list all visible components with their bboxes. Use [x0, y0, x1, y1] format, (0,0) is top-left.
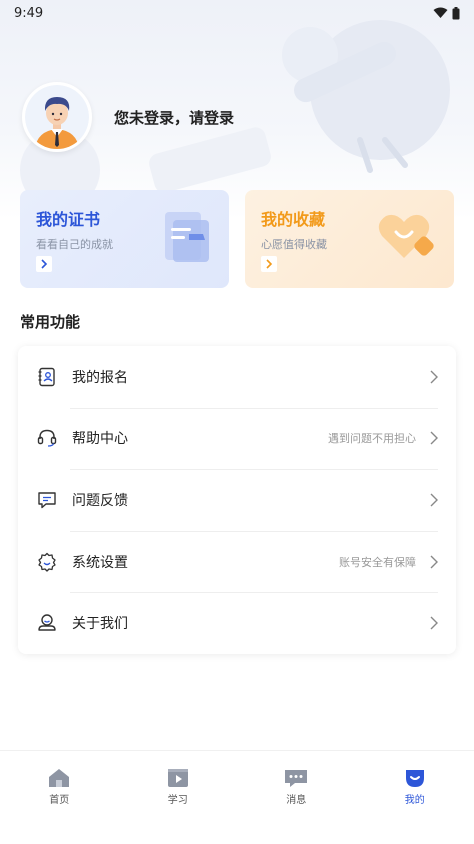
registration-icon	[36, 366, 58, 388]
home-icon	[49, 769, 70, 787]
profile-header[interactable]: 您未登录，请登录	[22, 82, 234, 152]
chevron-right-icon	[430, 555, 438, 569]
heart-icon	[378, 214, 434, 258]
battery-icon	[452, 6, 460, 19]
menu-item-about-us[interactable]: 关于我们	[18, 592, 456, 654]
message-icon	[285, 770, 308, 787]
menu-label: 问题反馈	[72, 492, 128, 509]
play-icon	[167, 769, 188, 787]
certificate-icon	[165, 212, 209, 262]
menu-label: 关于我们	[72, 616, 128, 633]
chevron-right-icon	[430, 616, 438, 630]
gear-icon	[36, 551, 58, 573]
menu-item-feedback[interactable]: 问题反馈	[18, 469, 456, 531]
avatar[interactable]	[22, 82, 92, 152]
nav-item-study[interactable]: 学习	[119, 751, 238, 844]
bottom-navigation: 首页 学习 消息 我的	[0, 750, 474, 844]
chevron-right-icon	[430, 431, 438, 445]
chevron-right-icon	[36, 256, 52, 272]
menu-label: 系统设置	[72, 554, 128, 571]
menu-label: 帮助中心	[72, 431, 128, 448]
nav-label: 学习	[167, 795, 188, 806]
common-functions-list: 我的报名 帮助中心 遇到问题不用担心 问题反馈 系统设置 账号安全有保障 关于我…	[18, 346, 456, 654]
nav-label: 消息	[286, 795, 307, 806]
status-bar: 9:49	[0, 0, 474, 26]
menu-item-system-settings[interactable]: 系统设置 账号安全有保障	[18, 530, 456, 593]
wifi-icon	[433, 7, 448, 18]
chevron-right-icon	[261, 256, 277, 272]
nav-item-mine[interactable]: 我的	[356, 751, 474, 844]
menu-hint: 遇到问题不用担心	[328, 432, 416, 446]
nav-label: 首页	[49, 795, 70, 806]
nav-label: 我的	[404, 795, 425, 806]
section-title: 常用功能	[20, 313, 81, 331]
nav-item-home[interactable]: 首页	[0, 751, 119, 844]
profile-icon	[405, 770, 424, 787]
chevron-right-icon	[430, 370, 438, 384]
menu-item-help-center[interactable]: 帮助中心 遇到问题不用担心	[18, 407, 456, 470]
menu-label: 我的报名	[72, 369, 128, 386]
feature-cards: 我的证书 看看自己的成就 我的收藏 心愿值得收藏	[20, 190, 454, 288]
headset-icon	[36, 427, 58, 449]
chevron-right-icon	[430, 493, 438, 507]
menu-hint: 账号安全有保障	[339, 555, 416, 569]
feedback-icon	[36, 489, 58, 511]
nav-item-messages[interactable]: 消息	[237, 751, 356, 844]
avatar-illustration	[25, 85, 89, 149]
menu-item-my-registration[interactable]: 我的报名	[18, 346, 456, 408]
status-time: 9:49	[14, 5, 44, 21]
about-icon	[36, 612, 58, 634]
login-prompt[interactable]: 您未登录，请登录	[114, 107, 234, 128]
my-certificates-card[interactable]: 我的证书 看看自己的成就	[20, 190, 229, 288]
my-favorites-card[interactable]: 我的收藏 心愿值得收藏	[245, 190, 454, 288]
